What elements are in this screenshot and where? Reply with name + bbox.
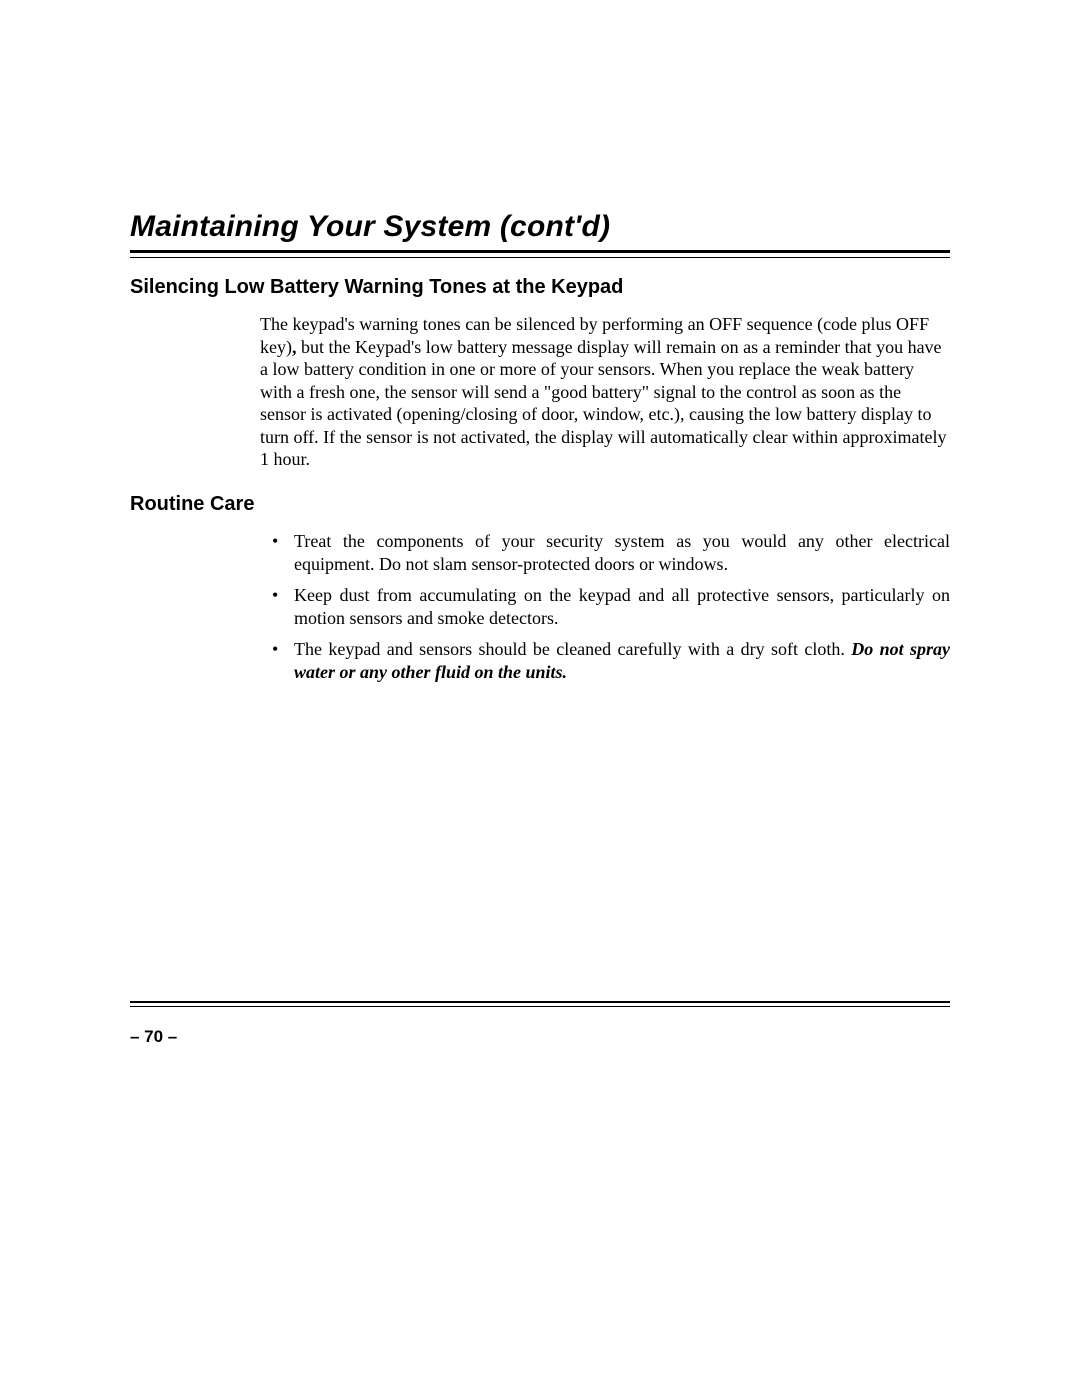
section-heading-silencing: Silencing Low Battery Warning Tones at t… — [130, 276, 950, 299]
list-item: The keypad and sensors should be cleaned… — [294, 638, 950, 684]
title-rule — [130, 250, 950, 258]
routine-care-list: Treat the components of your security sy… — [260, 530, 950, 684]
section-heading-routine: Routine Care — [130, 493, 950, 516]
list-item: Keep dust from accumulating on the keypa… — [294, 584, 950, 630]
page-title: Maintaining Your System (cont'd) — [130, 210, 950, 244]
document-page: Maintaining Your System (cont'd) Silenci… — [0, 0, 1080, 1397]
silencing-paragraph: The keypad's warning tones can be silenc… — [260, 313, 950, 471]
list-item-lead: The keypad and sensors should be cleaned… — [294, 639, 851, 659]
page-number: – 70 – — [130, 1027, 177, 1047]
footer-rule — [130, 1001, 950, 1007]
silencing-text-b: but the Keypad's low battery message dis… — [260, 337, 946, 470]
list-item: Treat the components of your security sy… — [294, 530, 950, 576]
